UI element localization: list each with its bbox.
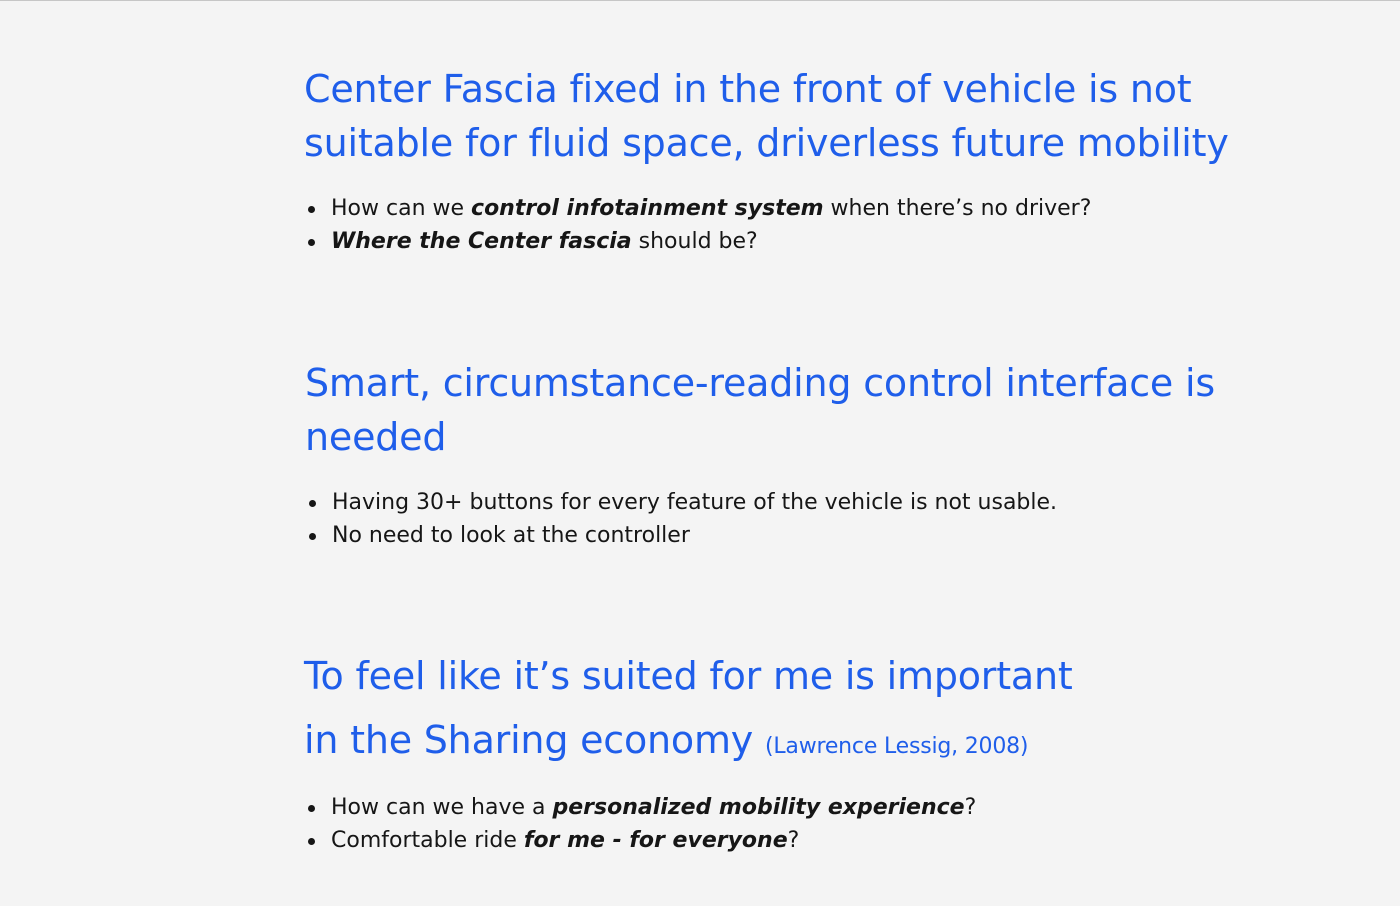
emphasis-text: for me - for everyone bbox=[523, 828, 788, 853]
heading-line: in the Sharing economy bbox=[304, 718, 754, 762]
bullet-list: How can we control infotainment system w… bbox=[304, 192, 1264, 258]
heading-line: needed bbox=[305, 415, 447, 459]
emphasis-text: personalized mobility experience bbox=[552, 795, 965, 820]
heading-line: To feel like it’s suited for me is impor… bbox=[304, 654, 1073, 698]
emphasis-text: control infotainment system bbox=[471, 196, 824, 221]
list-item: How can we have a personalized mobility … bbox=[304, 791, 1264, 824]
heading-line: Center Fascia fixed in the front of vehi… bbox=[304, 67, 1192, 111]
section-heading: Smart, circumstance-reading control inte… bbox=[305, 356, 1265, 464]
section-heading: To feel like it’s suited for me is impor… bbox=[304, 644, 1264, 779]
heading-line: suitable for fluid space, driverless fut… bbox=[304, 121, 1229, 165]
citation: (Lawrence Lessig, 2008) bbox=[764, 734, 1029, 759]
bullet-list: Having 30+ buttons for every feature of … bbox=[305, 486, 1265, 552]
emphasis-text: Where the Center fascia bbox=[331, 229, 632, 254]
section-center-fascia: Center Fascia fixed in the front of vehi… bbox=[304, 62, 1264, 258]
list-item: Having 30+ buttons for every feature of … bbox=[305, 486, 1265, 519]
list-item: Comfortable ride for me - for everyone? bbox=[304, 824, 1264, 857]
heading-line: Smart, circumstance-reading control inte… bbox=[305, 361, 1215, 405]
list-item: No need to look at the controller bbox=[305, 519, 1265, 552]
bullet-list: How can we have a personalized mobility … bbox=[304, 791, 1264, 857]
section-heading: Center Fascia fixed in the front of vehi… bbox=[304, 62, 1264, 170]
section-sharing-economy: To feel like it’s suited for me is impor… bbox=[304, 644, 1264, 857]
list-item: How can we control infotainment system w… bbox=[304, 192, 1264, 225]
list-item: Where the Center fascia should be? bbox=[304, 225, 1264, 258]
section-smart-interface: Smart, circumstance-reading control inte… bbox=[305, 356, 1265, 552]
top-divider bbox=[0, 0, 1400, 1]
